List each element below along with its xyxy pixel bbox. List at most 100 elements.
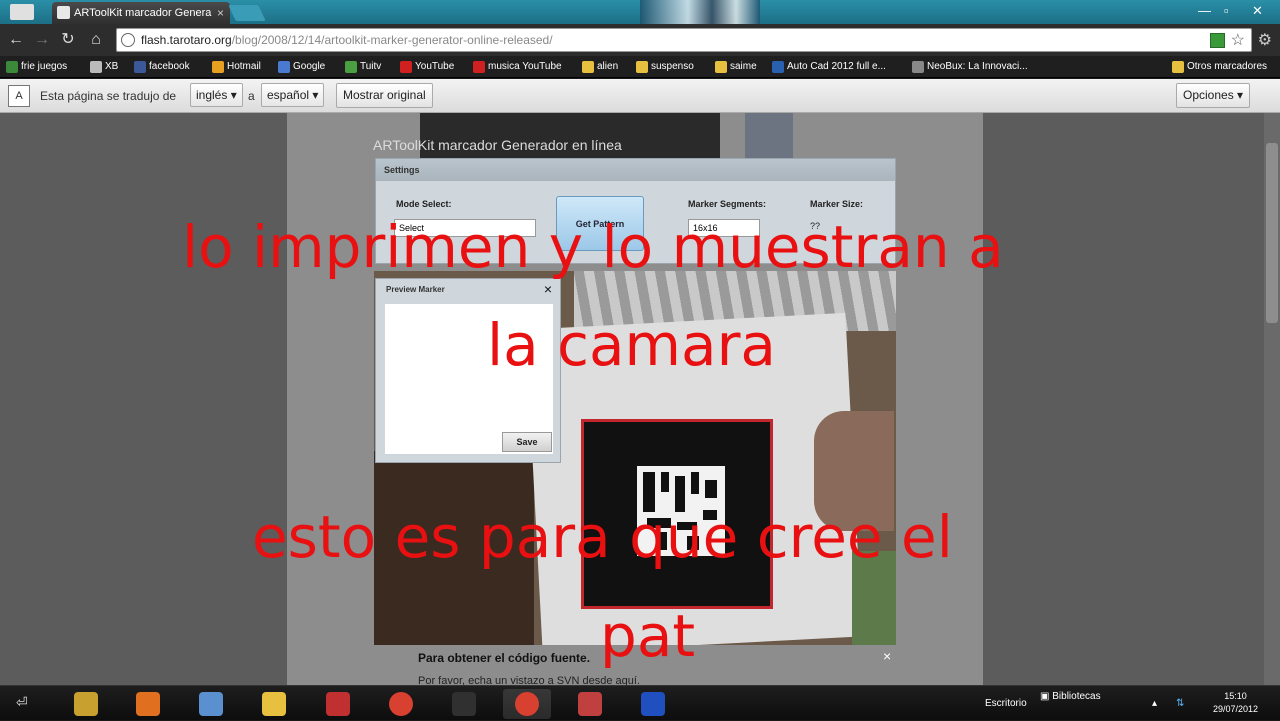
- generator-title: ARToolKit marcador Generador en línea: [373, 137, 622, 153]
- media-player-icon: [136, 692, 160, 716]
- bookmarks-bar: Otros marcadores frie juegos XB facebook Ho…: [0, 56, 1280, 78]
- address-bar[interactable]: flash.tarotaro.org/blog/2008/12/14/artoo…: [116, 28, 1252, 52]
- forward-icon[interactable]: →: [32, 30, 52, 50]
- scrollbar-thumb[interactable]: [1266, 143, 1278, 323]
- tab-close-icon[interactable]: ×: [217, 2, 224, 24]
- bookmark-favicon: [345, 61, 357, 73]
- taskbar-pattern-app[interactable]: [629, 689, 677, 719]
- bookmark-favicon: [278, 61, 290, 73]
- target-language-select[interactable]: español ▾: [261, 83, 325, 107]
- bookmark-favicon: [582, 61, 594, 73]
- bookmark-label: musica YouTube: [488, 61, 562, 72]
- source-code-title: Para obtener el código fuente.: [418, 651, 591, 665]
- windows-taskbar: ⏎ Escritorio ▣ Bibliotecas ▴ ⇅ 15:10 29/…: [0, 685, 1280, 720]
- taskbar-libraries-app[interactable]: [62, 689, 110, 719]
- show-original-button[interactable]: Mostrar original: [336, 83, 433, 108]
- bookmark-label: NeoBux: La Innovaci...: [927, 61, 1028, 72]
- taskbar-game[interactable]: [440, 689, 488, 719]
- bookmark-star-icon[interactable]: ☆: [1231, 30, 1245, 50]
- tray-arrow-icon[interactable]: ▴: [1152, 686, 1157, 721]
- back-icon[interactable]: ←: [6, 30, 26, 50]
- taskbar-documents[interactable]: [187, 689, 235, 719]
- caption-line-1: lo imprimen y lo muestran a: [182, 213, 1004, 281]
- bookmark-label: facebook: [149, 61, 190, 72]
- bookmark-favicon: [134, 61, 146, 73]
- desktop-toolbar[interactable]: Escritorio: [985, 686, 1027, 721]
- system-clock[interactable]: 15:10 29/07/2012: [1213, 690, 1258, 716]
- bookmark-item[interactable]: saime: [715, 59, 757, 75]
- browser-toolbar: ← → ↻ ⌂ flash.tarotaro.org/blog/2008/12/…: [0, 24, 1280, 56]
- tab-strip: ARToolKit marcador Genera × — ▫ ✕: [0, 0, 1280, 24]
- close-window-icon[interactable]: ✕: [1252, 3, 1263, 19]
- source-language-select[interactable]: inglés ▾: [190, 83, 243, 107]
- bookmark-item[interactable]: NeoBux: La Innovaci...: [912, 59, 1028, 75]
- bookmark-favicon: [715, 61, 727, 73]
- tab-artoolkit[interactable]: ARToolKit marcador Genera ×: [52, 2, 230, 24]
- network-icon[interactable]: ⇅: [1176, 686, 1184, 721]
- bookmark-label: Tuitv: [360, 61, 382, 72]
- taskbar-archive[interactable]: [314, 689, 362, 719]
- paint-icon: [578, 692, 602, 716]
- reload-icon[interactable]: ↻: [58, 30, 78, 50]
- url-text: flash.tarotaro.org/blog/2008/12/14/artoo…: [141, 33, 553, 47]
- bookmark-item[interactable]: Auto Cad 2012 full e...: [772, 59, 886, 75]
- taskbar-chrome[interactable]: [377, 689, 425, 719]
- start-icon[interactable]: ⏎: [16, 694, 28, 711]
- tab-title: ARToolKit marcador Genera: [74, 7, 212, 19]
- bookmark-item[interactable]: facebook: [134, 59, 190, 75]
- caption-line-2: la camara: [487, 311, 776, 379]
- maximize-icon[interactable]: ▫: [1224, 3, 1229, 18]
- bookmark-item[interactable]: YouTube: [400, 59, 454, 75]
- extension-icon[interactable]: [1210, 33, 1225, 48]
- bookmark-favicon: [473, 61, 485, 73]
- close-icon[interactable]: ×: [883, 648, 891, 664]
- header-image-side: [745, 113, 793, 158]
- home-icon[interactable]: ⌂: [86, 30, 106, 50]
- options-button[interactable]: Opciones ▾: [1176, 83, 1251, 108]
- bookmark-label: Auto Cad 2012 full e...: [787, 61, 886, 72]
- bookmark-label: frie juegos: [21, 61, 68, 72]
- taskbar-media-player[interactable]: [124, 689, 172, 719]
- minimize-icon[interactable]: —: [1198, 3, 1211, 18]
- pattern-app-icon: [641, 692, 665, 716]
- taskbar-chrome-active[interactable]: [503, 689, 551, 719]
- bookmark-item[interactable]: XB: [90, 59, 118, 75]
- bookmark-favicon: [90, 61, 102, 73]
- bookmark-favicon: [400, 61, 412, 73]
- libraries-toolbar[interactable]: ▣ Bibliotecas: [1040, 686, 1101, 708]
- bookmark-item[interactable]: Hotmail: [212, 59, 261, 75]
- translate-bar: A Esta página se tradujo de inglés ▾ a e…: [0, 79, 1280, 113]
- chrome-icon: [389, 692, 413, 716]
- preview-close-icon[interactable]: ×: [544, 281, 552, 297]
- preview-header: Preview Marker: [386, 285, 445, 294]
- other-bookmarks[interactable]: Otros marcadores: [1172, 59, 1267, 75]
- new-tab-button[interactable]: [228, 5, 266, 21]
- translate-connector: a: [248, 89, 255, 103]
- bookmark-item[interactable]: suspenso: [636, 59, 694, 75]
- settings-header: Settings: [376, 159, 895, 181]
- globe-icon: [121, 33, 135, 47]
- tab-favicon: [57, 6, 70, 19]
- bookmark-label: Hotmail: [227, 61, 261, 72]
- caption-line-4: pat: [600, 602, 696, 670]
- bookmark-label: suspenso: [651, 61, 694, 72]
- bookmark-item[interactable]: musica YouTube: [473, 59, 562, 75]
- save-button[interactable]: Save: [502, 432, 552, 452]
- theme-art: [640, 0, 760, 24]
- bookmark-label: XB: [105, 61, 119, 72]
- bookmark-item[interactable]: Tuitv: [345, 59, 381, 75]
- bookmark-label: YouTube: [415, 61, 455, 72]
- web-page: ARToolKit marcador Generador en línea Se…: [0, 113, 1280, 687]
- taskbar-explorer[interactable]: [250, 689, 298, 719]
- marker-segments-label: Marker Segments:: [688, 199, 767, 209]
- archive-icon: [326, 692, 350, 716]
- app-icon: [10, 4, 34, 20]
- taskbar-paint[interactable]: [566, 689, 614, 719]
- bookmark-label: alien: [597, 61, 619, 72]
- bookmark-item[interactable]: Google: [278, 59, 325, 75]
- wrench-icon[interactable]: ⚙: [1258, 30, 1272, 50]
- bookmark-item[interactable]: alien: [582, 59, 618, 75]
- bookmark-item[interactable]: frie juegos: [6, 59, 67, 75]
- translate-icon: A: [8, 85, 30, 107]
- scrollbar[interactable]: [1264, 113, 1280, 685]
